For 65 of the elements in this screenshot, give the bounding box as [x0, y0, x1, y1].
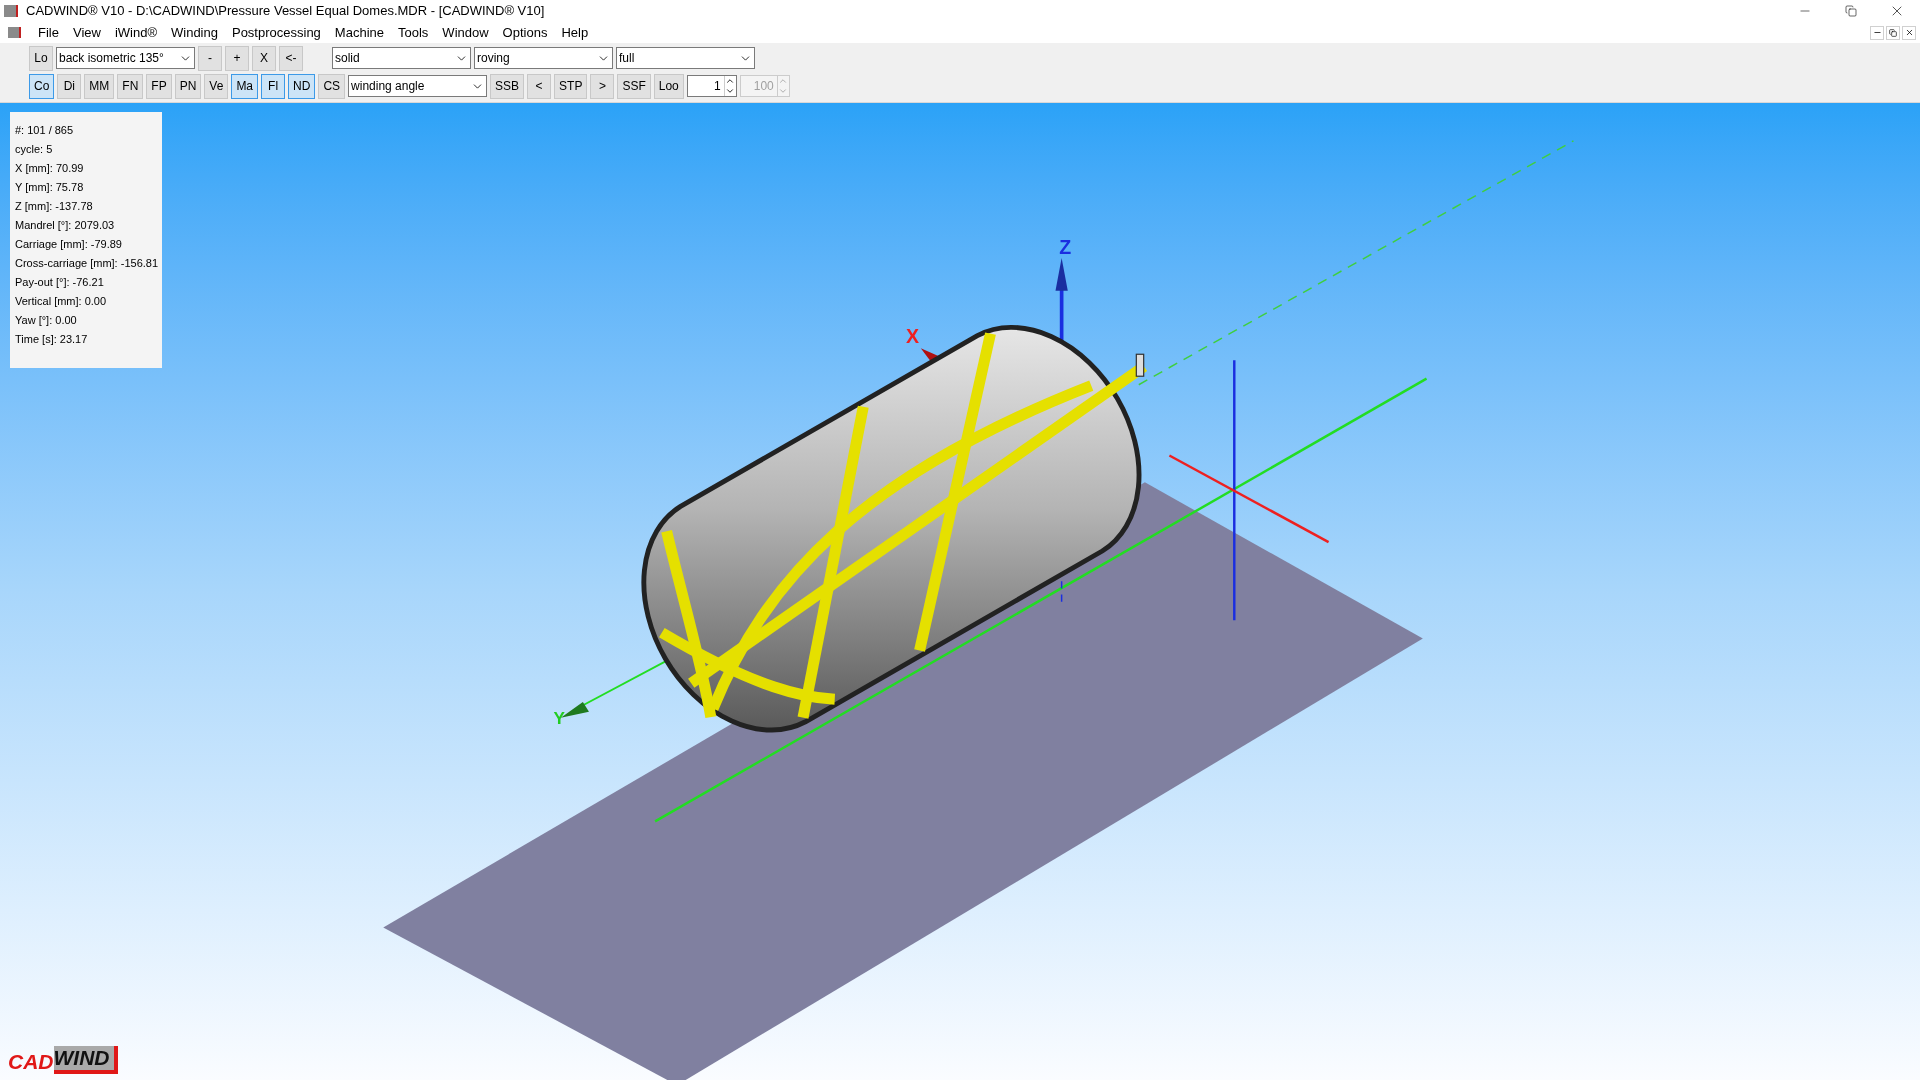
toolbar-button[interactable]: PN — [174, 73, 202, 99]
toolbar-button[interactable]: Lo — [29, 45, 53, 71]
restore-icon — [1845, 5, 1857, 17]
menu-item[interactable]: View — [65, 22, 108, 43]
info-text: Vertical [mm]: 0.00 — [15, 294, 107, 309]
close-icon — [1904, 28, 1914, 37]
toolbar-button[interactable]: CS — [318, 73, 346, 99]
dropdown[interactable]: winding angle — [348, 75, 488, 97]
toolbar-button[interactable]: ND — [288, 73, 316, 99]
restore-icon — [1889, 28, 1897, 37]
spin-down-icon[interactable] — [724, 86, 735, 96]
window-title: CADWIND® V10 - D:\CADWIND\Pressure Vessel Equal Domes.MDR - [CADWIND® V10] — [26, 2, 545, 21]
document-icon — [8, 27, 21, 38]
child-close-button[interactable] — [1902, 25, 1916, 40]
app-icon — [4, 5, 18, 17]
toolbar-button[interactable]: > — [590, 73, 615, 99]
info-text: Carriage [mm]: -79.89 — [15, 237, 122, 252]
menu-item[interactable]: Window — [435, 22, 496, 43]
menu-item[interactable]: Help — [554, 22, 596, 43]
toolbar-button[interactable]: STP — [554, 73, 588, 99]
menu-item[interactable]: Options — [495, 22, 555, 43]
axis-label: Y — [553, 708, 565, 728]
cadwind-logo: CADWIND — [8, 1046, 118, 1074]
info-text: Z [mm]: -137.78 — [15, 199, 93, 214]
spin-field[interactable]: 1 — [686, 75, 737, 97]
axis-label: X — [906, 325, 920, 348]
menu-item[interactable]: Postprocessing — [224, 22, 328, 43]
info-text: Y [mm]: 75.78 — [15, 180, 84, 195]
toolbar-button[interactable]: Ve — [204, 73, 229, 99]
toolbar-button[interactable]: Ma — [231, 73, 259, 99]
toolbar-button[interactable]: SSB — [490, 73, 525, 99]
info-text: #: 101 / 865 — [15, 123, 74, 138]
toolbar-button[interactable]: MM — [84, 73, 115, 99]
menu-item[interactable]: Tools — [391, 22, 436, 43]
menu-item[interactable]: Machine — [327, 22, 391, 43]
toolbar-button[interactable]: FN — [117, 73, 144, 99]
toolbar-button[interactable]: X — [252, 45, 276, 71]
axis-label: Z — [1059, 236, 1072, 259]
info-text: Pay-out [°]: -76.21 — [15, 275, 104, 290]
dropdown[interactable]: roving — [474, 47, 613, 69]
info-text: Time [s]: 23.17 — [15, 332, 88, 347]
toolbar-button[interactable]: Loo — [653, 73, 684, 99]
toolbar-button[interactable]: Co — [29, 73, 55, 99]
toolbar-button[interactable]: Fl — [261, 73, 286, 99]
toolbar-button[interactable]: SSF — [617, 73, 651, 99]
menu-item[interactable]: File — [31, 22, 66, 43]
info-text: Mandrel [°]: 2079.03 — [15, 218, 115, 233]
child-restore-button[interactable] — [1886, 25, 1900, 40]
toolbar-button[interactable]: < — [527, 73, 552, 99]
dropdown[interactable]: back isometric 135° — [56, 47, 195, 69]
info-text: cycle: 5 — [15, 142, 53, 157]
toolbar-button[interactable]: Di — [57, 73, 82, 99]
dropdown[interactable]: solid — [332, 47, 471, 69]
menu-item[interactable]: iWind® — [107, 22, 164, 43]
info-text: X [mm]: 70.99 — [15, 161, 84, 176]
dropdown[interactable]: full — [616, 47, 755, 69]
toolbar-button[interactable]: FP — [146, 73, 172, 99]
child-minimize-button[interactable] — [1870, 25, 1884, 40]
info-text: Cross-carriage [mm]: -156.81 — [15, 256, 159, 271]
toolbar-button[interactable]: + — [225, 45, 249, 71]
info-text: Yaw [°]: 0.00 — [15, 313, 77, 328]
toolbar-button[interactable]: <- — [279, 45, 303, 71]
spin-up-icon[interactable] — [724, 76, 735, 86]
toolbar-button[interactable]: - — [198, 45, 222, 71]
menu-item[interactable]: Winding — [164, 22, 225, 43]
